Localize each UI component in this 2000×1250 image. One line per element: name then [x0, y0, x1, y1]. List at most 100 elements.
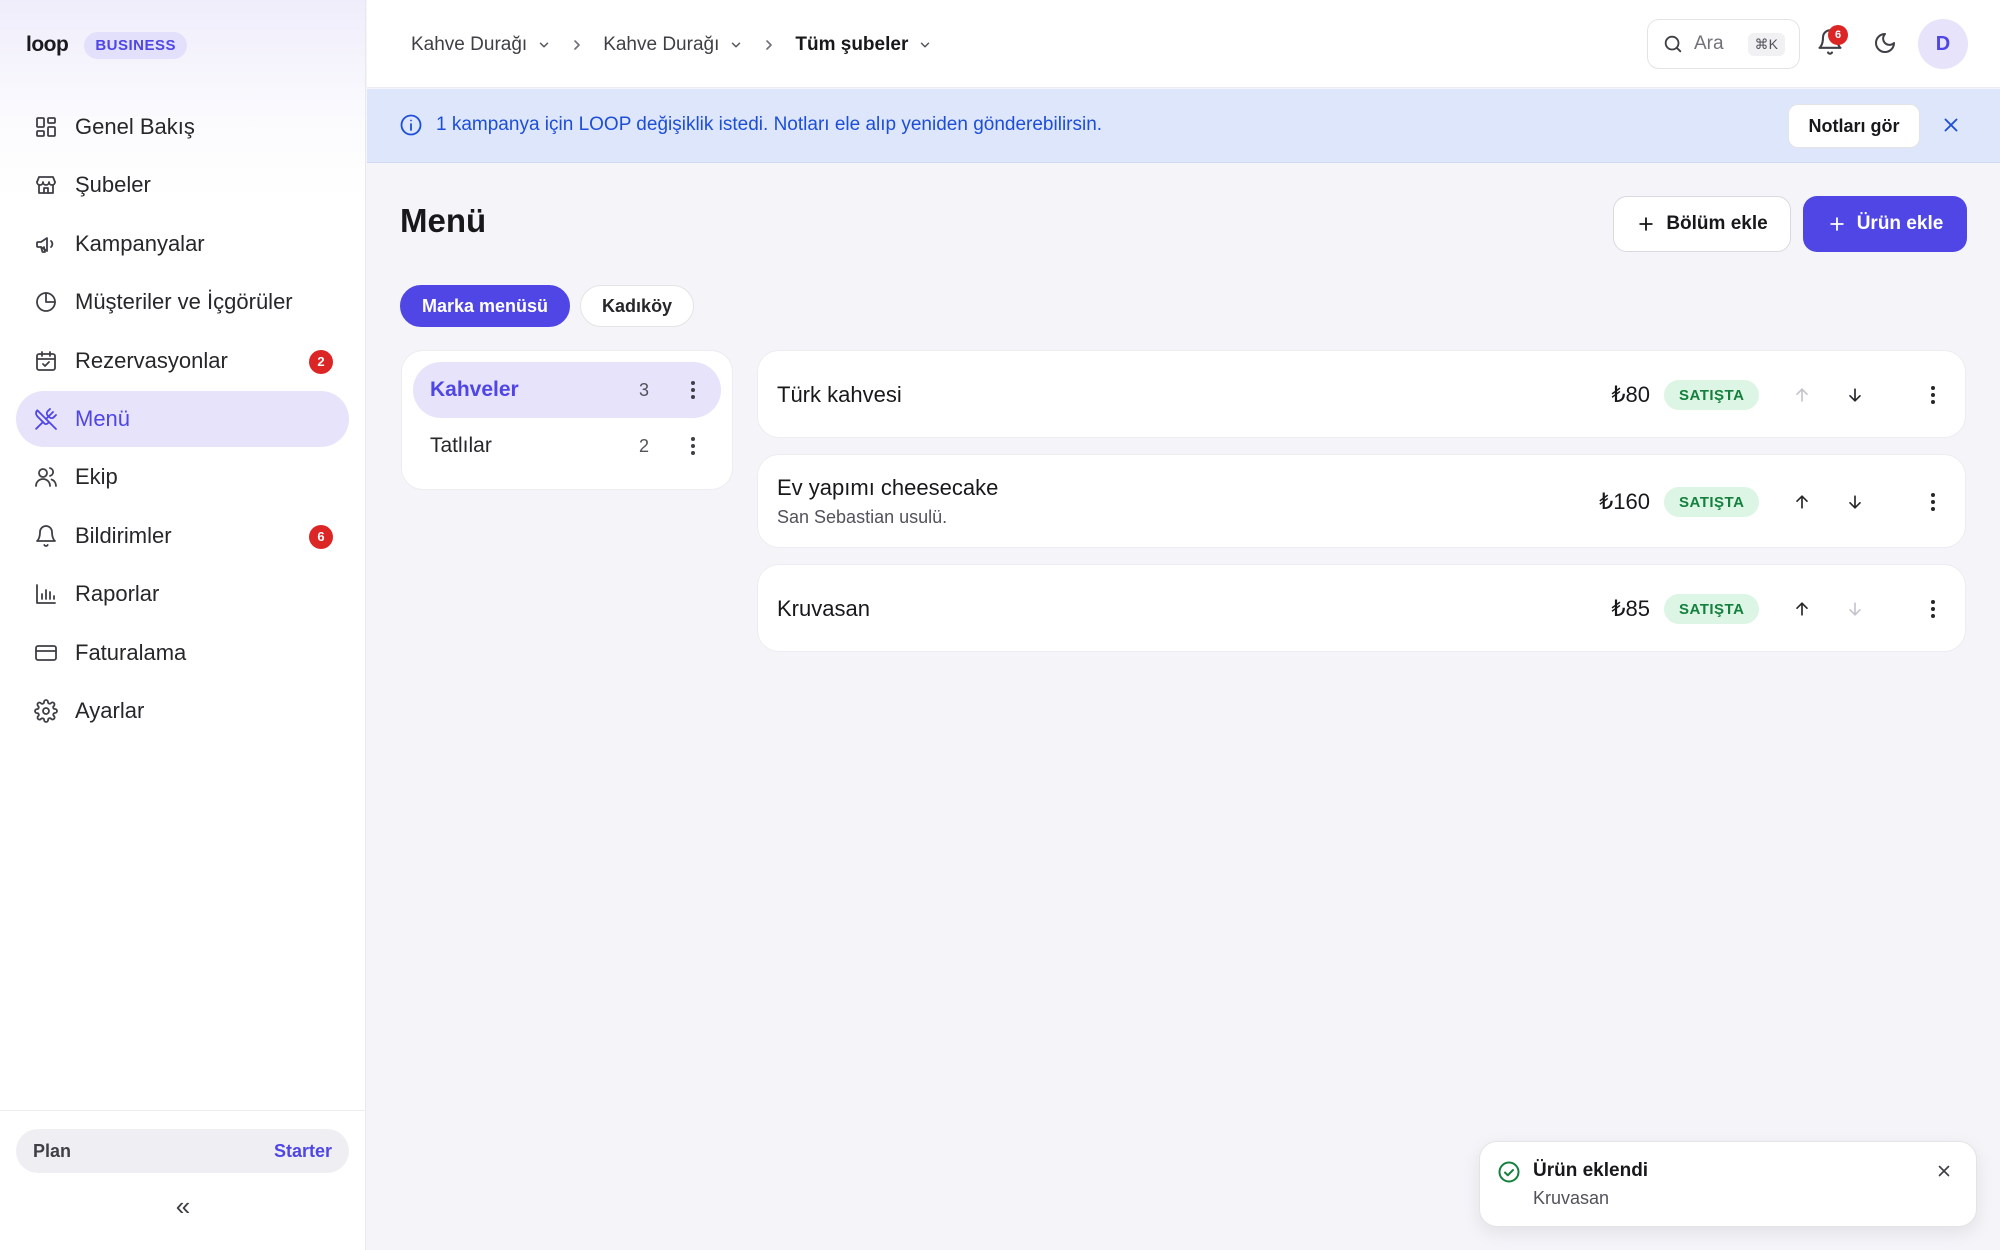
tab-brand-menu[interactable]: Marka menüsü — [400, 285, 571, 327]
add-section-button[interactable]: Bölüm ekle — [1613, 196, 1791, 252]
moon-icon[interactable] — [1873, 31, 1899, 57]
arrow-up-icon[interactable] — [1790, 490, 1814, 514]
chevron-right-icon — [761, 37, 777, 53]
arrow-up-icon[interactable] — [1790, 597, 1814, 621]
section-item[interactable]: Tatlılar 2 — [413, 418, 721, 474]
more-vertical-icon[interactable] — [1921, 383, 1945, 407]
plus-icon — [1636, 214, 1656, 234]
toast-subtitle: Kruvasan — [1533, 1188, 1610, 1208]
brand[interactable]: loop BUSINESS — [26, 30, 188, 60]
info-banner: 1 kampanya için LOOP değişiklik istedi. … — [367, 89, 2000, 163]
section-item[interactable]: Kahveler 3 — [413, 362, 721, 418]
sidebar-item-ekip[interactable]: Ekip — [16, 449, 349, 505]
sidebar-item-raporlar[interactable]: Raporlar — [16, 566, 349, 622]
chevron-down-icon — [537, 38, 551, 52]
sidebar-item-label: Faturalama — [75, 639, 187, 665]
sidebar-item-bildirimler[interactable]: Bildirimler 6 — [16, 508, 349, 564]
sidebar-item-genel-bakis[interactable]: Genel Bakış — [16, 99, 349, 155]
section-name: Kahveler — [430, 378, 519, 401]
banner-text: 1 kampanya için LOOP değişiklik istedi. … — [436, 114, 1103, 135]
sidebar-item-rezervasyonlar[interactable]: Rezervasyonlar 2 — [16, 333, 349, 389]
sidebar-item-ayarlar[interactable]: Ayarlar — [16, 683, 349, 739]
status-badge: SATIŞTA — [1664, 380, 1760, 410]
search-icon — [1662, 33, 1684, 55]
sidebar-item-label: Bildirimler — [75, 522, 172, 548]
arrow-down-icon — [1843, 597, 1867, 621]
product-name: Ev yapımı cheesecake — [777, 475, 999, 500]
sidebar-nav: Genel Bakış Şubeler Kampanyalar Müşteriler … — [16, 99, 349, 741]
sidebar-item-label: Genel Bakış — [75, 114, 195, 139]
sidebar-item-label: Müşteriler ve İçgörüler — [75, 289, 293, 315]
add-section-label: Bölüm ekle — [1666, 213, 1768, 234]
chevron-right-icon — [569, 37, 585, 53]
notifications-count-badge: 6 — [1828, 25, 1848, 45]
credit-card-icon — [32, 639, 60, 667]
store-icon — [32, 171, 60, 199]
sidebar-item-kampanyalar[interactable]: Kampanyalar — [16, 216, 349, 272]
sidebar-item-label: Şubeler — [75, 172, 151, 198]
avatar[interactable]: D — [1918, 19, 1968, 69]
more-vertical-icon[interactable] — [1921, 597, 1945, 621]
toast-title: Ürün eklendi — [1533, 1160, 1649, 1181]
close-icon[interactable] — [1940, 114, 1964, 138]
calendar-check-icon — [32, 347, 60, 375]
section-list: Kahveler 3 Tatlılar 2 — [401, 350, 733, 490]
sidebar-item-label: Menü — [75, 405, 131, 431]
more-vertical-icon[interactable] — [683, 434, 703, 458]
arrow-down-icon[interactable] — [1843, 383, 1867, 407]
sidebar-item-label: Raporlar — [75, 581, 160, 607]
status-badge: SATIŞTA — [1664, 594, 1760, 624]
breadcrumb-label: Kahve Durağı — [603, 34, 720, 55]
sidebar-item-label: Kampanyalar — [75, 230, 205, 256]
product-card[interactable]: Türk kahvesi ₺80 SATIŞTA — [757, 350, 1966, 438]
sidebar-item-label: Rezervasyonlar — [75, 347, 228, 373]
add-product-button[interactable]: Ürün ekle — [1803, 196, 1967, 252]
product-price: ₺80 — [1611, 382, 1650, 407]
status-badge: SATIŞTA — [1664, 487, 1760, 517]
more-vertical-icon[interactable] — [1921, 490, 1945, 514]
page-title: Menü — [400, 202, 487, 239]
collapse-sidebar-icon[interactable]: « — [168, 1191, 198, 1222]
product-name: Kruvasan — [777, 596, 870, 621]
megaphone-icon — [32, 230, 60, 258]
search-button[interactable]: Ara ⌘K — [1647, 19, 1800, 69]
plan-label: Plan — [33, 1140, 72, 1161]
section-count: 3 — [639, 379, 650, 400]
pie-chart-icon — [32, 288, 60, 316]
product-price: ₺85 — [1611, 596, 1650, 621]
product-list: Türk kahvesi ₺80 SATIŞTA Ev yapımı cheeseca… — [757, 350, 1966, 668]
plan-pill[interactable]: Plan Starter — [16, 1129, 349, 1173]
view-notes-button[interactable]: Notları gör — [1788, 104, 1920, 148]
users-icon — [32, 463, 60, 491]
sidebar-item-faturalama[interactable]: Faturalama — [16, 625, 349, 681]
sidebar-item-menu[interactable]: Menü — [16, 390, 349, 447]
product-card[interactable]: Ev yapımı cheesecake San Sebastian usulü.… — [757, 454, 1966, 548]
breadcrumb-business[interactable]: Kahve Durağı — [603, 34, 743, 56]
close-icon[interactable] — [1935, 1162, 1955, 1182]
sidebar-item-label: Ekip — [75, 464, 118, 490]
bell-icon — [32, 522, 60, 550]
breadcrumb-brand[interactable]: Kahve Durağı — [411, 34, 551, 56]
plan-value: Starter — [273, 1140, 332, 1161]
menu-tabs: Marka menüsü Kadıköy — [400, 285, 695, 327]
arrow-down-icon[interactable] — [1843, 490, 1867, 514]
more-vertical-icon[interactable] — [683, 378, 703, 402]
sidebar-item-subeler[interactable]: Şubeler — [16, 157, 349, 213]
sidebar: loop BUSINESS Genel Bakış Şubeler Kampanya… — [0, 0, 366, 1250]
breadcrumb-branches[interactable]: Tüm şubeler — [795, 34, 932, 56]
breadcrumb: Kahve Durağı Kahve Durağı Tüm şubeler — [411, 30, 932, 60]
product-price: ₺160 — [1599, 489, 1650, 514]
info-icon — [399, 113, 423, 137]
utensils-crossed-icon — [32, 405, 60, 433]
sidebar-item-musteriler-ve-icgoruler[interactable]: Müşteriler ve İçgörüler — [16, 274, 349, 330]
check-circle-icon — [1497, 1160, 1521, 1184]
chevron-down-icon — [729, 38, 743, 52]
tab-kadikoy[interactable]: Kadıköy — [580, 285, 695, 327]
brand-logo: loop — [26, 33, 69, 56]
count-badge: 6 — [309, 524, 333, 549]
product-name: Türk kahvesi — [777, 382, 902, 407]
search-shortcut: ⌘K — [1747, 32, 1785, 56]
dashboard-icon — [32, 113, 60, 141]
topbar: Kahve Durağı Kahve Durağı Tüm şubeler Ar… — [367, 0, 2000, 88]
product-card[interactable]: Kruvasan ₺85 SATIŞTA — [757, 564, 1966, 652]
